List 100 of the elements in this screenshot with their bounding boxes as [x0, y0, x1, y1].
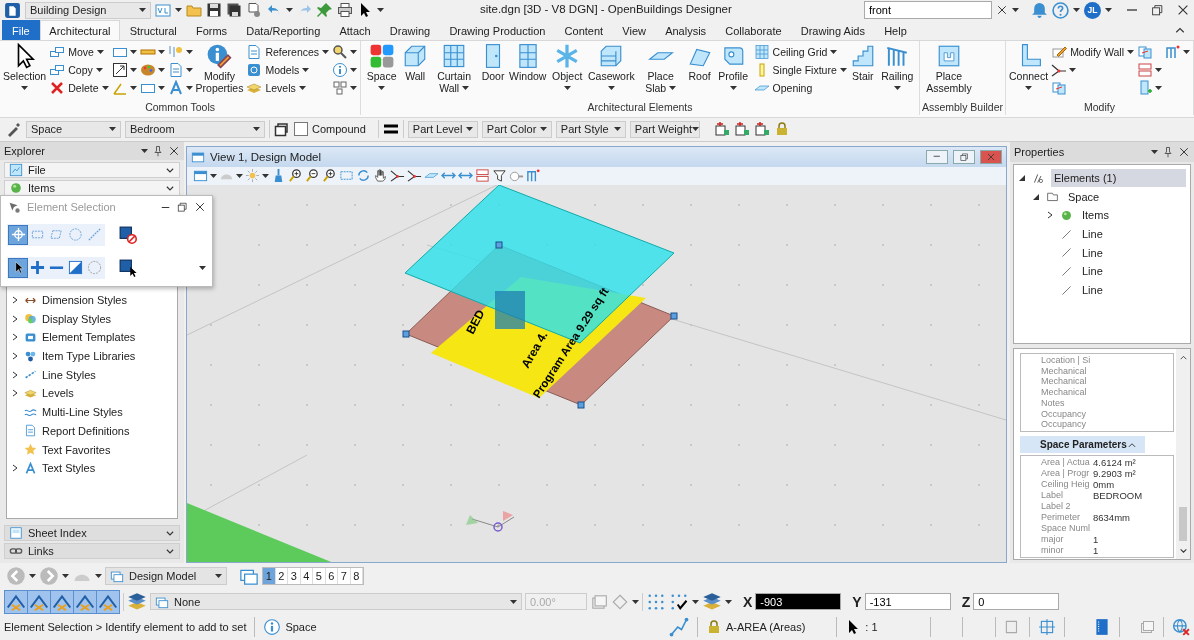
property-name: Label 2: [1041, 501, 1072, 513]
dialog-title: Element Selection: [27, 201, 117, 213]
ribbon-button[interactable]: Modify Wall: [1050, 43, 1135, 61]
view-button[interactable]: 1: [263, 568, 276, 584]
tree-item[interactable]: Items: [1079, 206, 1112, 225]
ribbon-tab[interactable]: Drawing Aids: [791, 20, 875, 40]
ribbon-tab[interactable]: Analysis: [655, 20, 716, 40]
ribbon-tab[interactable]: Architectural: [39, 20, 121, 40]
axis-label: Z: [961, 593, 971, 610]
ribbon-tab[interactable]: Attach: [329, 20, 381, 40]
checkbox-label: Compound: [312, 123, 366, 136]
element-type: Space: [285, 621, 318, 633]
ribbon-group-label: Assembly Builder: [921, 101, 1003, 115]
tree-item[interactable]: Display Styles: [42, 312, 112, 325]
ribbon-tab[interactable]: Drawing Production: [439, 20, 555, 40]
section-header[interactable]: Space Parameters: [1020, 436, 1145, 454]
property-name: minor: [1041, 545, 1065, 557]
tree-item[interactable]: Space: [1065, 187, 1103, 206]
tree-item[interactable]: Line Styles: [42, 368, 96, 381]
view-button[interactable]: 5: [313, 568, 326, 584]
ribbon-button[interactable]: Place Assembly: [921, 43, 976, 94]
model-dropdown[interactable]: Design Model: [105, 567, 227, 585]
ribbon-button[interactable]: Connect: [1008, 43, 1050, 94]
tree-item[interactable]: Elements (1): [1051, 169, 1186, 188]
view-button[interactable]: 3: [288, 568, 301, 584]
tree-item[interactable]: Dimension Styles: [42, 294, 127, 307]
ribbon-button[interactable]: Railing: [877, 43, 917, 94]
coordinate-field[interactable]: -131: [864, 593, 951, 610]
ribbon-button[interactable]: Profile: [714, 43, 752, 94]
ribbon-button[interactable]: Place Slab: [636, 43, 685, 94]
ribbon-group-label: Common Tools: [144, 101, 216, 115]
ribbon-button[interactable]: Ceiling Grid: [752, 43, 848, 61]
workflow-dropdown[interactable]: Building Design: [25, 1, 151, 19]
property-value: 8634mm: [1093, 512, 1130, 524]
name-dropdown[interactable]: Bedroom: [125, 120, 265, 138]
section-header[interactable]: Sheet Index: [4, 525, 180, 541]
section-header[interactable]: File: [4, 161, 180, 178]
part-dropdown[interactable]: Part Level: [407, 120, 478, 138]
ribbon-button[interactable]: References: [245, 43, 331, 61]
property-value: BEDROOM: [1093, 490, 1143, 502]
ribbon-button[interactable]: Delete: [48, 79, 110, 97]
ribbon-tab[interactable]: Drawing: [380, 20, 440, 40]
ribbon-tab[interactable]: View: [612, 20, 656, 40]
ribbon-button[interactable]: Levels: [245, 79, 331, 97]
tree-item[interactable]: Levels: [42, 387, 74, 400]
ribbon-tab[interactable]: Content: [555, 20, 613, 40]
tree-item[interactable]: Line: [1079, 225, 1106, 244]
property-value: 0mm: [1093, 479, 1115, 491]
type-dropdown[interactable]: Space: [26, 120, 121, 138]
ribbon-button[interactable]: Opening: [752, 79, 848, 97]
panel-title: Explorer: [4, 144, 46, 157]
tree-item[interactable]: Text Favorites: [42, 443, 111, 456]
ribbon-button[interactable]: Copy: [48, 61, 110, 79]
property-name: major: [1041, 534, 1065, 546]
ribbon-button[interactable]: Window: [508, 43, 548, 83]
tree-item[interactable]: Report Definitions: [42, 424, 130, 437]
ribbon-group-label: Architectural Elements: [586, 101, 694, 115]
ribbon-button[interactable]: Door: [479, 43, 508, 83]
level-dropdown[interactable]: None: [150, 593, 522, 610]
part-dropdown[interactable]: Part Weight: [629, 120, 700, 138]
ribbon-button[interactable]: Single Fixture: [752, 61, 848, 79]
part-dropdown[interactable]: Part Color: [481, 120, 552, 138]
part-dropdown[interactable]: Part Style: [555, 120, 626, 138]
property-name: Area | Actua: [1041, 457, 1091, 469]
ribbon-tab[interactable]: Forms: [186, 20, 237, 40]
tree-item[interactable]: Item Type Libraries: [42, 350, 136, 363]
ribbon-button[interactable]: Stair: [848, 43, 877, 83]
ribbon-button[interactable]: Curtain Wall: [430, 43, 479, 94]
property-name: Ceiling Heig: [1041, 479, 1091, 491]
property-name: Occupancy: [1041, 419, 1088, 431]
ribbon-tab[interactable]: Structural: [120, 20, 187, 40]
ribbon-button[interactable]: Selection: [2, 43, 48, 94]
coordinate-field[interactable]: -903: [755, 593, 842, 610]
ribbon-tab[interactable]: Help: [874, 20, 917, 40]
ribbon-tab[interactable]: Data/Reporting: [236, 20, 330, 40]
tree-item[interactable]: Multi-Line Styles: [42, 406, 123, 419]
view-button[interactable]: 7: [338, 568, 351, 584]
tree-item[interactable]: Line: [1079, 262, 1106, 281]
ribbon-button[interactable]: Space: [363, 43, 401, 94]
section-header[interactable]: Links: [4, 543, 180, 559]
property-value: 1: [1093, 534, 1099, 546]
user-avatar[interactable]: JL: [1084, 1, 1101, 19]
ribbon-button[interactable]: Roof: [685, 43, 714, 83]
ribbon-button[interactable]: Models: [245, 61, 331, 79]
tree-item[interactable]: Element Templates: [42, 331, 136, 344]
selection-count: : 1: [865, 621, 879, 633]
search-field[interactable]: front: [864, 1, 992, 19]
file-tab[interactable]: File: [2, 20, 40, 40]
section-header[interactable]: Items: [4, 179, 180, 196]
tree-item[interactable]: Text Styles: [42, 462, 96, 475]
coordinate-field[interactable]: 0: [973, 593, 1060, 610]
property-name: Mechanical: [1041, 387, 1088, 398]
ribbon-button[interactable]: Modify Properties: [194, 43, 245, 94]
ribbon-button[interactable]: Object: [548, 43, 586, 94]
tree-item[interactable]: Line: [1079, 243, 1106, 262]
ribbon-button[interactable]: Move: [48, 43, 110, 61]
tree-item[interactable]: Line: [1079, 281, 1106, 300]
ribbon-tab[interactable]: Collaborate: [715, 20, 792, 40]
ribbon-button[interactable]: Wall: [401, 43, 430, 83]
ribbon-button[interactable]: Casework: [586, 43, 636, 94]
